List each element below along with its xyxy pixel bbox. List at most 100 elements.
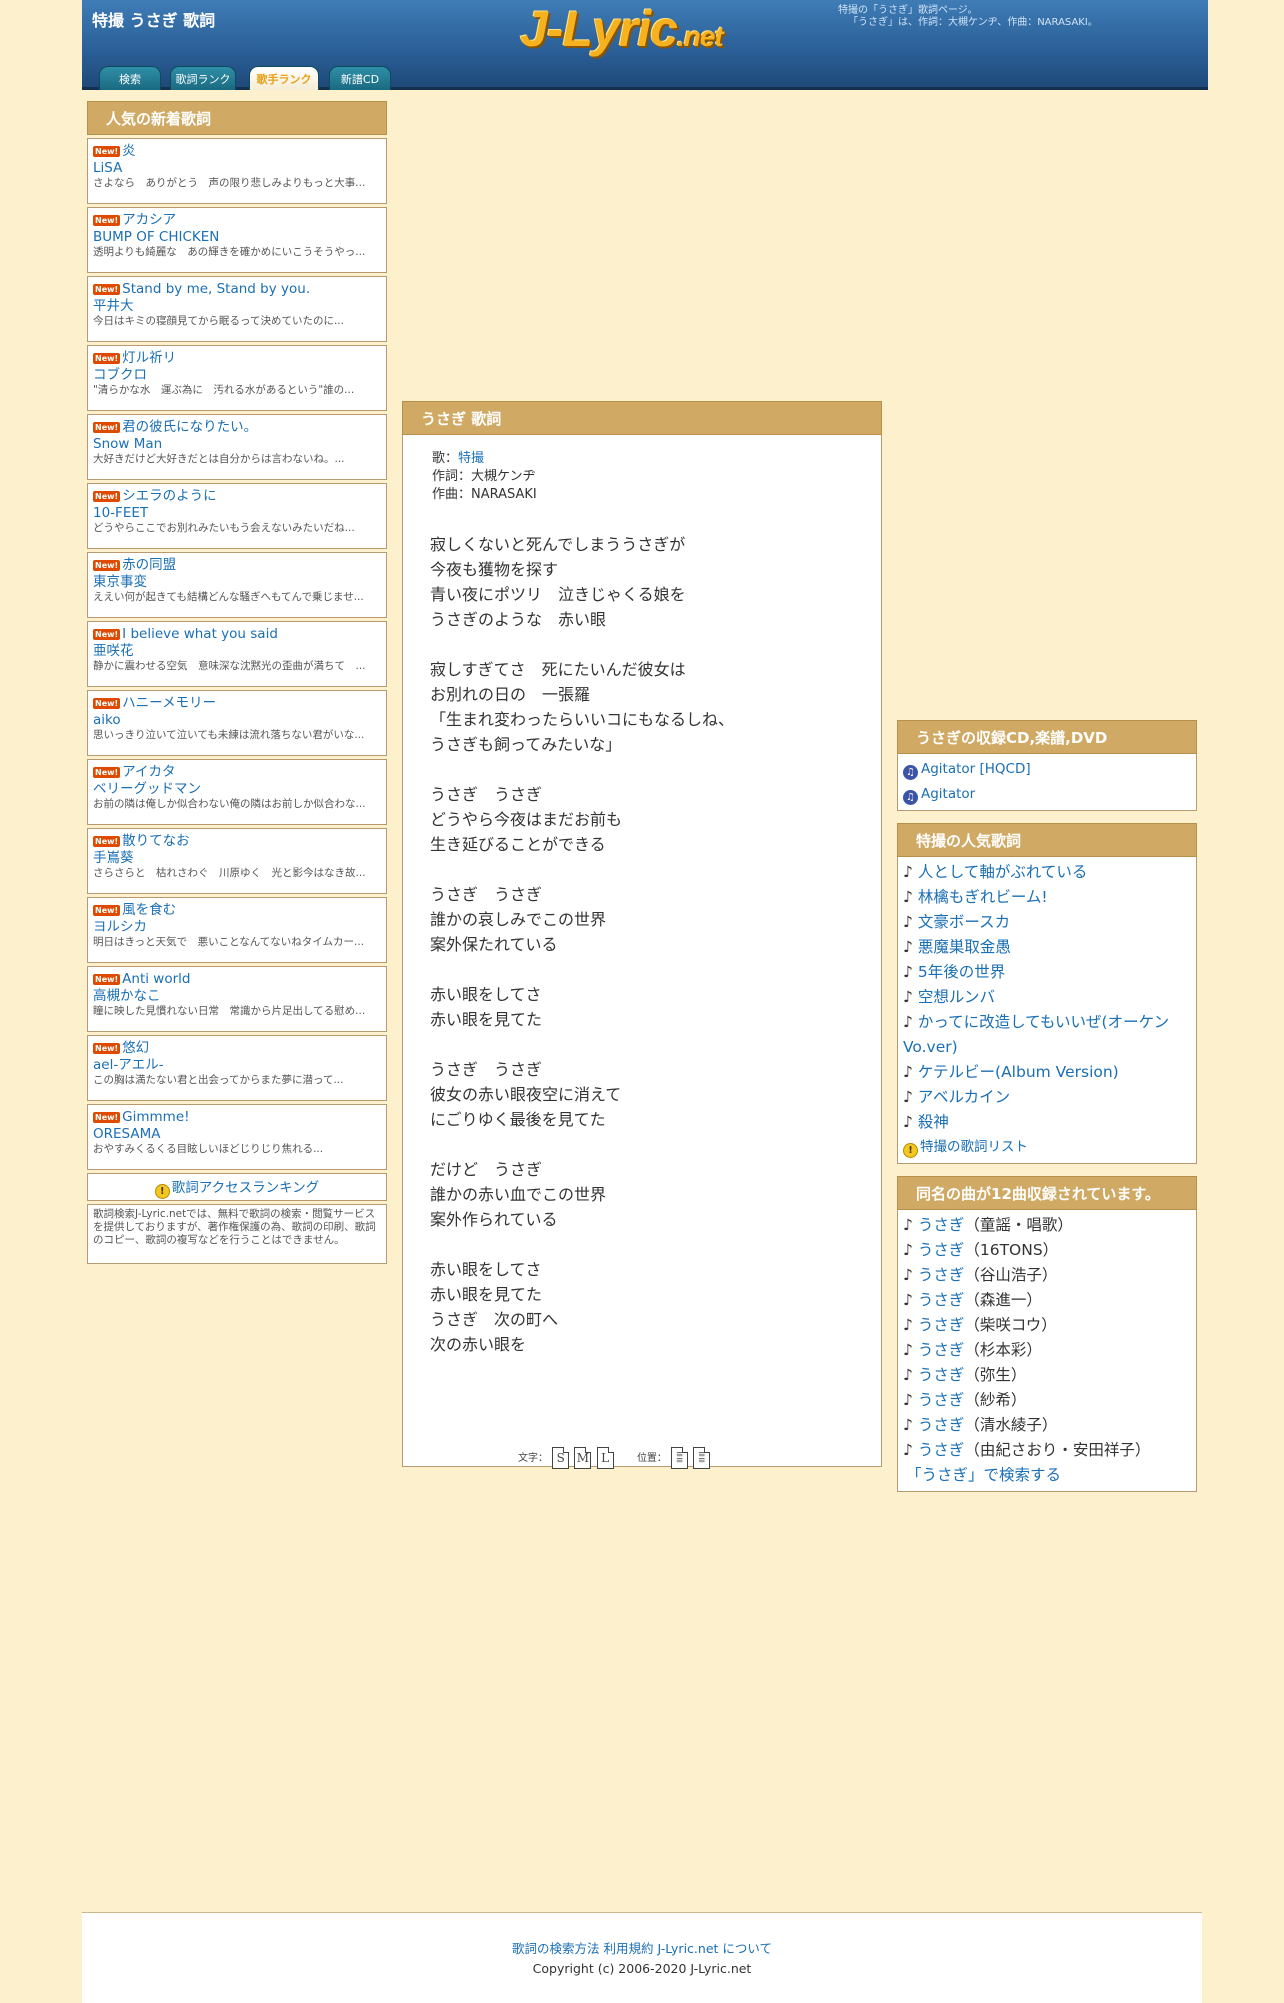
new-lyric-title-row: New! シエラのように xyxy=(93,488,381,505)
music-disc-icon: ♫ xyxy=(903,790,918,805)
tab-artist-rank[interactable]: 歌手ランク xyxy=(249,66,319,90)
new-lyric-title[interactable]: Stand by me, Stand by you. xyxy=(122,281,310,297)
font-small-button[interactable]: S xyxy=(552,1447,570,1469)
same-title-link[interactable]: うさぎ xyxy=(918,1366,965,1384)
footer-link-about[interactable]: J-Lyric.net について xyxy=(657,1941,772,1956)
new-lyric-artist[interactable]: ヨルシカ xyxy=(93,919,381,936)
cd-item: ♫ Agitator xyxy=(903,782,1191,807)
same-title-link[interactable]: うさぎ xyxy=(918,1266,965,1284)
new-lyric-title[interactable]: 風を食む xyxy=(122,902,176,918)
music-note-icon: ♪ xyxy=(903,938,913,956)
new-lyric-item: New! Stand by me, Stand by you. 平井大 今日はキミの寝… xyxy=(87,276,387,342)
tab-search[interactable]: 検索 xyxy=(99,66,161,90)
new-lyric-title[interactable]: 灯ル祈リ xyxy=(122,350,176,366)
cd-link[interactable]: Agitator [HQCD] xyxy=(921,761,1031,777)
new-lyric-item: New! 君の彼氏になりたい。 Snow Man 大好きだけど大好きだとは自分からは言… xyxy=(87,414,387,480)
new-lyric-artist[interactable]: ael-アエル- xyxy=(93,1057,381,1074)
new-badge: New! xyxy=(93,629,121,640)
music-note-icon: ♪ xyxy=(903,1241,913,1259)
music-note-icon: ♪ xyxy=(903,1216,913,1234)
same-title-link[interactable]: うさぎ xyxy=(918,1216,965,1234)
footer-link-terms[interactable]: 利用規約 xyxy=(603,1941,653,1956)
search-title-link[interactable]: 「うさぎ」で検索する xyxy=(903,1463,1191,1488)
popular-lyric-link[interactable]: 文豪ボースカ xyxy=(918,913,1010,931)
new-lyric-title[interactable]: シエラのように xyxy=(122,488,217,504)
new-lyric-title-row: New! 君の彼氏になりたい。 xyxy=(93,419,381,436)
font-medium-button[interactable]: M xyxy=(574,1447,592,1469)
footer-link-howto[interactable]: 歌詞の検索方法 xyxy=(512,1941,600,1956)
same-title-artist: （16TONS） xyxy=(964,1241,1059,1259)
new-lyric-snippet: おやすみくるくる目眩しいほどじりじり焦れる... xyxy=(93,1143,324,1155)
font-large-button[interactable]: L xyxy=(596,1447,614,1469)
new-lyric-title[interactable]: Anti world xyxy=(122,971,190,987)
new-lyric-title[interactable]: アカシア xyxy=(122,212,176,228)
new-lyric-snippet: "清らかな水 運ぶ為に 汚れる水があるという"誰の... xyxy=(93,384,355,396)
align-left-icon[interactable]: ≡ ≡ xyxy=(671,1447,689,1469)
new-lyric-artist[interactable]: コブクロ xyxy=(93,367,381,384)
same-title-link[interactable]: うさぎ xyxy=(918,1441,965,1459)
composer-line: 作曲：NARASAKI xyxy=(432,487,537,502)
new-lyric-title[interactable]: アイカタ xyxy=(122,764,175,780)
popular-lyric-link[interactable]: 殺神 xyxy=(918,1113,949,1131)
new-lyric-title[interactable]: 君の彼氏になりたい。 xyxy=(122,419,257,435)
site-logo[interactable]: J-Lyric.net xyxy=(520,0,724,58)
new-lyric-artist[interactable]: ベリーグッドマン xyxy=(93,781,381,798)
new-lyric-item: New! I believe what you said 亜咲花 静かに震わせる空気 … xyxy=(87,621,387,687)
same-title-link[interactable]: うさぎ xyxy=(918,1416,965,1434)
artist-lyrics-list-link[interactable]: 特撮の歌詞リスト xyxy=(920,1139,1028,1155)
popular-lyric-link[interactable]: かってに改造してもいいぜ(オーケンVo.ver) xyxy=(903,1013,1169,1056)
tab-new-cd[interactable]: 新譜CD xyxy=(329,66,391,90)
same-title-item: ♪ うさぎ（杉本彩） xyxy=(903,1338,1191,1363)
new-lyric-title[interactable]: I believe what you said xyxy=(122,626,278,642)
popular-lyric-item: ♪ 殺神 xyxy=(903,1110,1191,1135)
new-lyric-title[interactable]: 散りてなお xyxy=(122,833,190,849)
new-lyric-artist[interactable]: 東京事変 xyxy=(93,574,381,591)
singer-link[interactable]: 特撮 xyxy=(458,451,484,466)
popular-lyric-link[interactable]: 空想ルンバ xyxy=(918,988,995,1006)
popular-lyric-link[interactable]: 悪魔巣取金愚 xyxy=(918,938,1011,956)
popular-lyric-link[interactable]: 人として軸がぶれている xyxy=(918,863,1088,881)
music-note-icon: ♪ xyxy=(903,863,913,881)
popular-list: ♪ 人として軸がぶれている ♪ 林檎もぎれビーム! ♪ 文豪ボースカ ♪ 悪魔巣取金愚… xyxy=(897,857,1197,1164)
left-sidebar: 人気の新着歌詞 New! 炎 LiSA さよなら ありがとう 声の限り悲しみよりもっと… xyxy=(87,101,387,1264)
popular-lyric-link[interactable]: 林檎もぎれビーム! xyxy=(918,888,1048,906)
new-lyric-artist[interactable]: Snow Man xyxy=(93,436,381,453)
same-title-link[interactable]: うさぎ xyxy=(918,1341,965,1359)
new-lyric-title-row: New! アカシア xyxy=(93,212,381,229)
new-lyric-title[interactable]: 赤の同盟 xyxy=(122,557,176,573)
new-lyric-title[interactable]: Gimmme! xyxy=(122,1109,189,1125)
new-lyric-item: New! 風を食む ヨルシカ 明日はきっと天気で 悪いことなんてないねタイムカー... xyxy=(87,897,387,963)
new-lyric-artist[interactable]: LiSA xyxy=(93,160,381,177)
lyrics-panel: うさぎ 歌詞 歌：特撮 作詞：大槻ケンヂ 作曲：NARASAKI 寂しくないと死… xyxy=(402,401,882,1469)
new-lyric-artist[interactable]: 高槻かなこ xyxy=(93,988,381,1005)
same-title-link[interactable]: うさぎ xyxy=(918,1391,965,1409)
new-lyric-title[interactable]: ハニーメモリー xyxy=(122,695,216,711)
ranking-link[interactable]: 歌詞アクセスランキング xyxy=(172,1180,319,1196)
new-lyric-artist[interactable]: ORESAMA xyxy=(93,1126,381,1143)
new-lyric-item: New! Anti world 高槻かなこ 瞳に映した見慣れない日常 常識から片足出し… xyxy=(87,966,387,1032)
tab-lyric-rank[interactable]: 歌詞ランク xyxy=(170,66,236,90)
new-lyric-artist[interactable]: 手嶌葵 xyxy=(93,850,381,867)
popular-lyric-item: ♪ アベルカイン xyxy=(903,1085,1191,1110)
popular-lyric-link[interactable]: 5年後の世界 xyxy=(918,963,1005,981)
same-title-item: ♪ うさぎ（由紀さおり・安田祥子） xyxy=(903,1438,1191,1463)
new-lyric-artist[interactable]: aiko xyxy=(93,712,381,729)
new-lyric-title[interactable]: 炎 xyxy=(122,143,136,159)
new-lyric-artist[interactable]: 平井大 xyxy=(93,298,381,315)
new-lyric-artist[interactable]: BUMP OF CHICKEN xyxy=(93,229,381,246)
new-lyric-title-row: New! Anti world xyxy=(93,971,381,988)
same-title-link[interactable]: うさぎ xyxy=(918,1316,965,1334)
new-lyric-snippet: 大好きだけど大好きだとは自分からは言わないね。... xyxy=(93,453,345,465)
new-lyric-artist[interactable]: 10-FEET xyxy=(93,505,381,522)
popular-lyric-item: ♪ 空想ルンバ xyxy=(903,985,1191,1010)
align-center-icon[interactable]: ≡ ≡ xyxy=(693,1447,711,1469)
same-title-heading: 同名の曲が12曲収録されています。 xyxy=(897,1176,1197,1210)
popular-lyric-link[interactable]: アベルカイン xyxy=(918,1088,1010,1106)
cd-link[interactable]: Agitator xyxy=(921,786,975,802)
new-lyric-artist[interactable]: 亜咲花 xyxy=(93,643,381,660)
same-title-link[interactable]: うさぎ xyxy=(918,1291,965,1309)
same-title-link[interactable]: うさぎ xyxy=(918,1241,965,1259)
same-title-item: ♪ うさぎ（弥生） xyxy=(903,1363,1191,1388)
popular-lyric-link[interactable]: ケテルビー(Album Version) xyxy=(918,1063,1119,1081)
new-lyric-title[interactable]: 悠幻 xyxy=(122,1040,149,1056)
